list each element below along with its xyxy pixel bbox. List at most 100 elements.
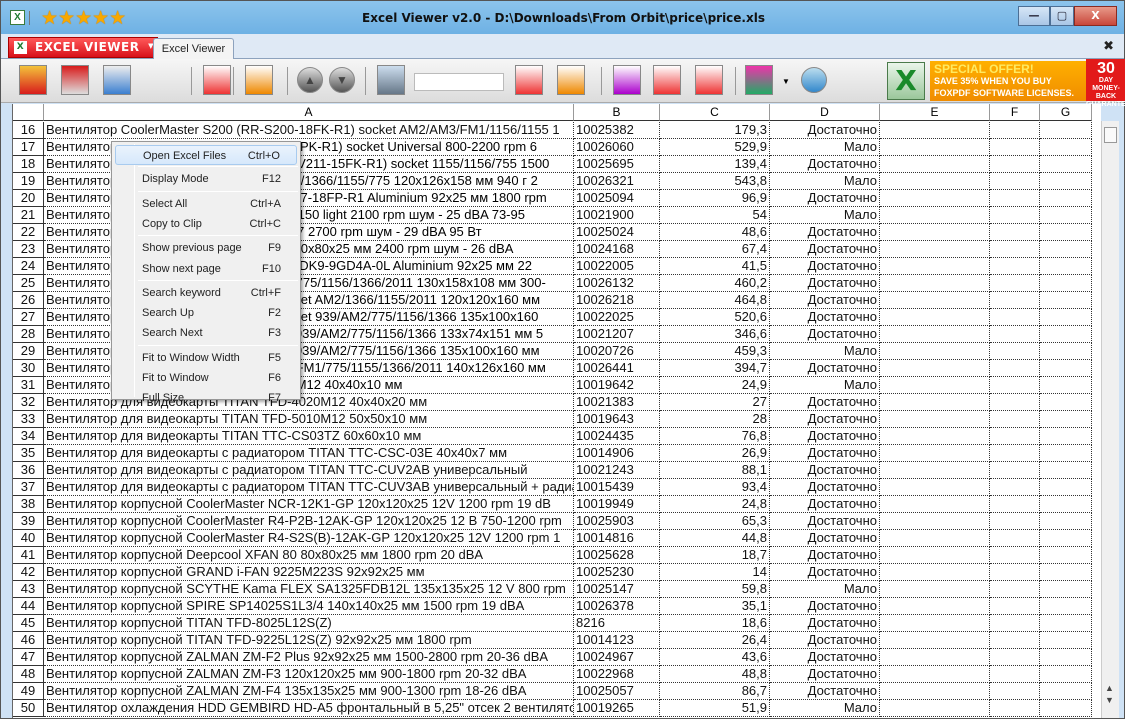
cell-b[interactable]: 10022968	[574, 666, 660, 683]
cell-c[interactable]: 24,9	[660, 377, 770, 394]
cell-e[interactable]	[880, 445, 990, 462]
cell-f[interactable]	[990, 649, 1040, 666]
menu-item-show-previous-page[interactable]: Show previous page F9	[115, 238, 297, 258]
cell-d[interactable]: Достаточно	[770, 309, 880, 326]
cell-e[interactable]	[880, 530, 990, 547]
cell-a[interactable]: Вентилятор для видеокарты с радиатором T…	[44, 445, 574, 462]
cell-g[interactable]	[1040, 292, 1092, 309]
cell-c[interactable]: 179,3	[660, 122, 770, 139]
menu-item-search-keyword[interactable]: Search keyword Ctrl+F	[115, 283, 297, 303]
cell-e[interactable]	[880, 343, 990, 360]
cell-c[interactable]: 394,7	[660, 360, 770, 377]
cell-g[interactable]	[1040, 207, 1092, 224]
column-header-a[interactable]: A	[44, 104, 574, 121]
cell-c[interactable]: 54	[660, 207, 770, 224]
cell-d[interactable]: Достаточно	[770, 479, 880, 496]
cell-c[interactable]: 41,5	[660, 258, 770, 275]
cell-e[interactable]	[880, 632, 990, 649]
cell-d[interactable]: Достаточно	[770, 394, 880, 411]
cell-e[interactable]	[880, 479, 990, 496]
scroll-down-arrow-icon[interactable]: ▼	[1105, 695, 1114, 705]
cell-e[interactable]	[880, 564, 990, 581]
cell-f[interactable]	[990, 632, 1040, 649]
cell-c[interactable]: 520,6	[660, 309, 770, 326]
cell-b[interactable]: 10025695	[574, 156, 660, 173]
row-number[interactable]: 50	[13, 700, 44, 717]
cell-b[interactable]: 10026060	[574, 139, 660, 156]
cell-e[interactable]	[880, 360, 990, 377]
cell-d[interactable]: Достаточно	[770, 360, 880, 377]
cell-g[interactable]	[1040, 394, 1092, 411]
cell-a[interactable]: Вентилятор охлаждения HDD GEMBIRD HD-A5 …	[44, 700, 574, 717]
cell-g[interactable]	[1040, 462, 1092, 479]
cell-e[interactable]	[880, 462, 990, 479]
cell-a[interactable]: Вентилятор корпусной ZALMAN ZM-F2 Plus 9…	[44, 649, 574, 666]
cell-f[interactable]	[990, 564, 1040, 581]
previous-page-icon[interactable]	[557, 65, 585, 95]
cell-d[interactable]: Мало	[770, 139, 880, 156]
menu-item-select-all[interactable]: Select All Ctrl+A	[115, 194, 297, 214]
cell-d[interactable]: Достаточно	[770, 649, 880, 666]
cell-c[interactable]: 28	[660, 411, 770, 428]
cell-a[interactable]: Вентилятор корпусной ZALMAN ZM-F4 135x13…	[44, 683, 574, 700]
cell-d[interactable]: Мало	[770, 377, 880, 394]
row-number[interactable]: 34	[13, 428, 44, 445]
cell-d[interactable]: Достаточно	[770, 445, 880, 462]
cell-a[interactable]: Вентилятор корпусной Deepcool XFAN 80 80…	[44, 547, 574, 564]
cell-b[interactable]: 10026321	[574, 173, 660, 190]
full-size-icon[interactable]	[745, 65, 773, 95]
row-number[interactable]: 42	[13, 564, 44, 581]
cell-f[interactable]	[990, 207, 1040, 224]
scroll-up-arrow-icon[interactable]: ▲	[1105, 683, 1114, 693]
row-number[interactable]: 38	[13, 496, 44, 513]
cell-e[interactable]	[880, 581, 990, 598]
cell-a[interactable]: Вентилятор корпусной GRAND i-FAN 9225M22…	[44, 564, 574, 581]
cell-e[interactable]	[880, 224, 990, 241]
cell-g[interactable]	[1040, 377, 1092, 394]
cell-g[interactable]	[1040, 224, 1092, 241]
cell-g[interactable]	[1040, 445, 1092, 462]
cell-f[interactable]	[990, 258, 1040, 275]
cell-d[interactable]: Достаточно	[770, 683, 880, 700]
select-all-icon[interactable]	[203, 65, 231, 95]
arrow-down-icon[interactable]	[377, 65, 405, 95]
cell-e[interactable]	[880, 377, 990, 394]
cell-g[interactable]	[1040, 326, 1092, 343]
cell-b[interactable]: 10014816	[574, 530, 660, 547]
cell-c[interactable]: 459,3	[660, 343, 770, 360]
cell-a[interactable]: Вентилятор корпусной CoolerMaster R4-S2S…	[44, 530, 574, 547]
cell-g[interactable]	[1040, 122, 1092, 139]
cell-g[interactable]	[1040, 309, 1092, 326]
row-number[interactable]: 45	[13, 615, 44, 632]
row-number[interactable]: 49	[13, 683, 44, 700]
cell-g[interactable]	[1040, 615, 1092, 632]
cell-e[interactable]	[880, 292, 990, 309]
cell-b[interactable]: 10025147	[574, 581, 660, 598]
menu-item-copy-to-clip[interactable]: Copy to Clip Ctrl+C	[115, 214, 297, 234]
cell-d[interactable]: Достаточно	[770, 530, 880, 547]
cell-b[interactable]: 10022005	[574, 258, 660, 275]
next-page-icon[interactable]	[613, 65, 641, 95]
row-number[interactable]: 39	[13, 513, 44, 530]
cell-b[interactable]: 10019642	[574, 377, 660, 394]
cell-e[interactable]	[880, 122, 990, 139]
row-number[interactable]: 22	[13, 224, 44, 241]
cell-d[interactable]: Мало	[770, 173, 880, 190]
cell-f[interactable]	[990, 377, 1040, 394]
cell-c[interactable]: 93,4	[660, 479, 770, 496]
cell-c[interactable]: 48,8	[660, 666, 770, 683]
cell-d[interactable]: Достаточно	[770, 275, 880, 292]
cell-c[interactable]: 88,1	[660, 462, 770, 479]
cell-g[interactable]	[1040, 632, 1092, 649]
cell-e[interactable]	[880, 394, 990, 411]
cell-g[interactable]	[1040, 649, 1092, 666]
cell-e[interactable]	[880, 207, 990, 224]
cell-c[interactable]: 27	[660, 394, 770, 411]
cell-a[interactable]: Вентилятор для видеокарты с радиатором T…	[44, 462, 574, 479]
cell-c[interactable]: 96,9	[660, 190, 770, 207]
cell-c[interactable]: 139,4	[660, 156, 770, 173]
column-header-b[interactable]: B	[574, 104, 660, 121]
cell-d[interactable]: Достаточно	[770, 156, 880, 173]
cell-e[interactable]	[880, 700, 990, 717]
menu-item-show-next-page[interactable]: Show next page F10	[115, 259, 297, 279]
